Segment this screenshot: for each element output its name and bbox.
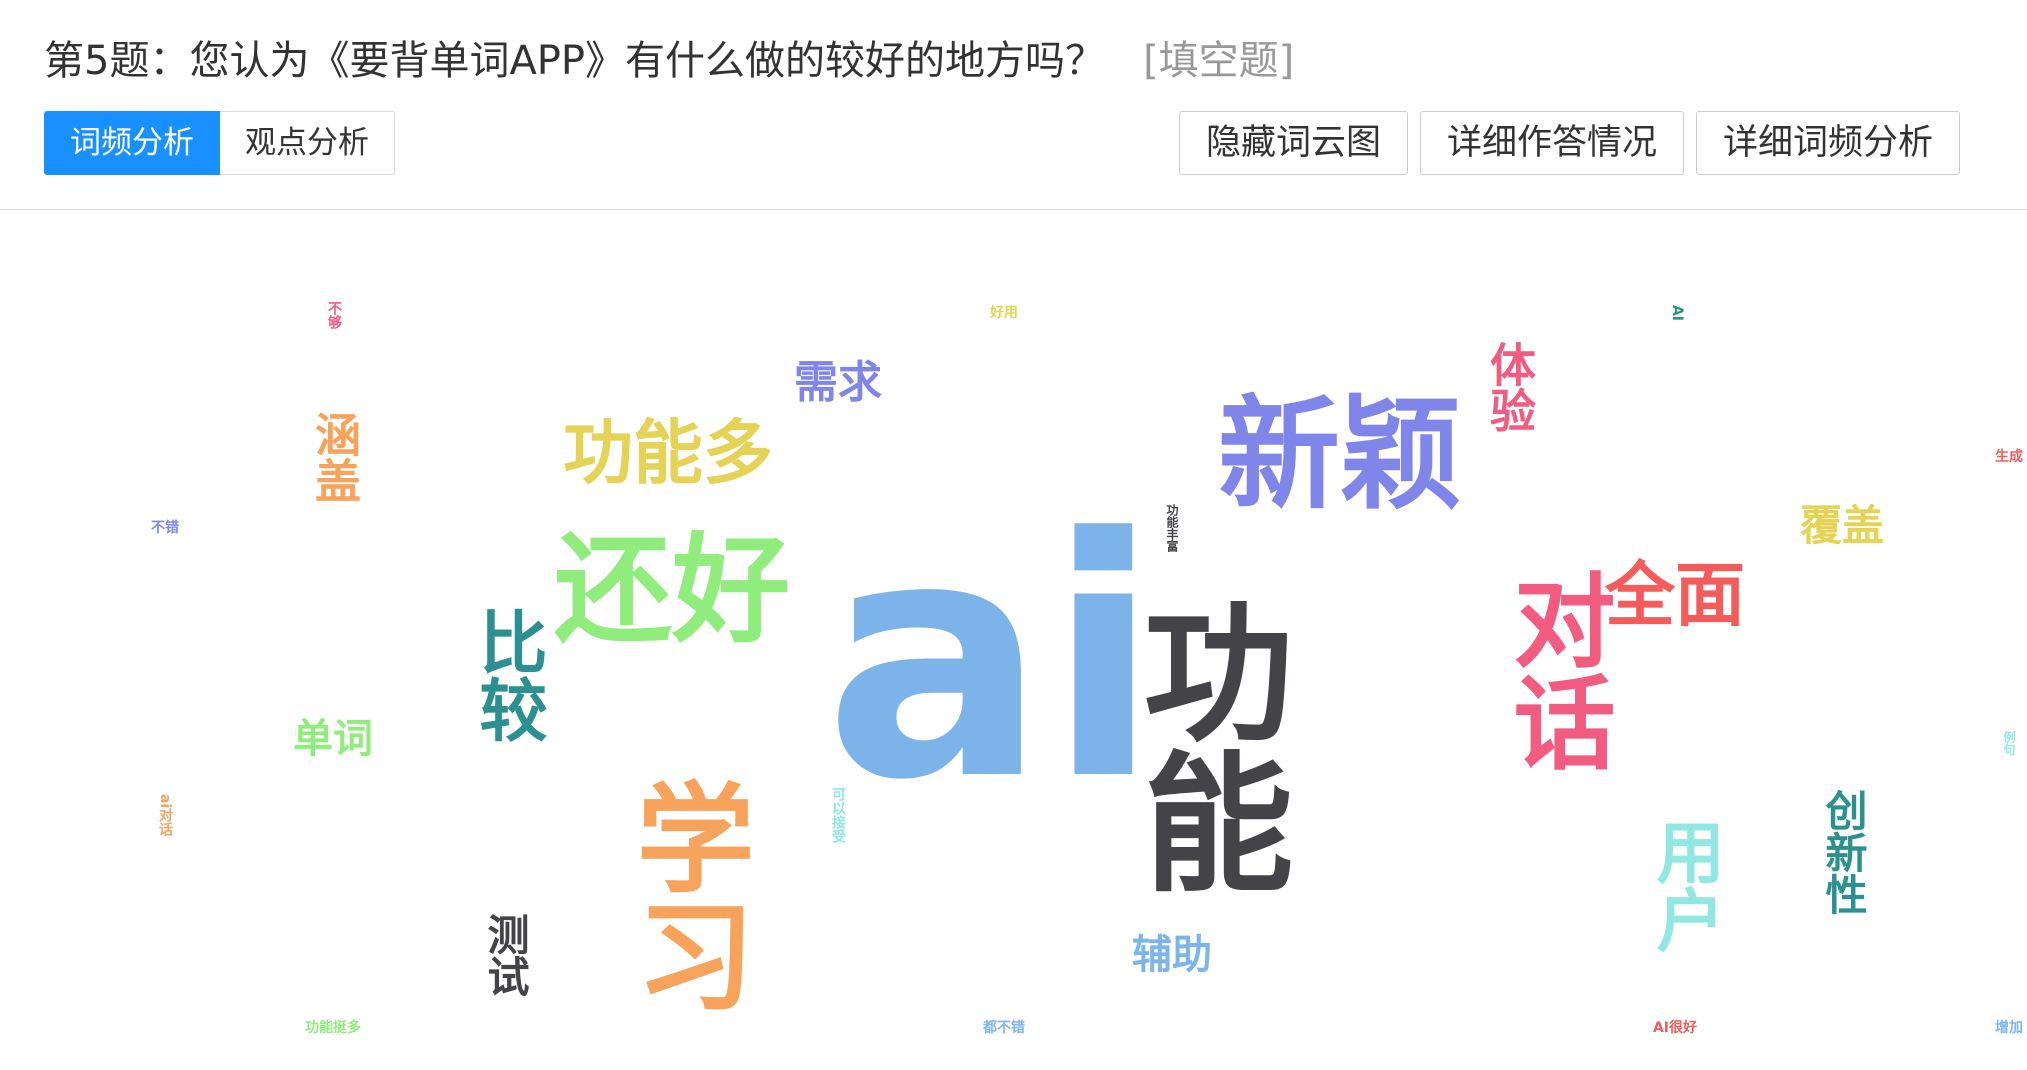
cloud-word: 创新性 xyxy=(1819,789,1868,915)
cloud-word: AI很好 xyxy=(1652,1020,1698,1036)
cloud-word: 比较 xyxy=(467,607,546,743)
cloud-word: 功能挺多 xyxy=(305,1020,361,1036)
cloud-word: 功能多 xyxy=(563,412,773,494)
cloud-word: 功能 xyxy=(1118,595,1292,895)
cloud-word: 辅助 xyxy=(1132,932,1212,978)
cloud-word: AI xyxy=(1669,304,1685,322)
question-text: 第5题：您认为《要背单词APP》有什么做的较好的地方吗？ xyxy=(44,38,1106,84)
cloud-word: 新颖 xyxy=(1218,384,1462,526)
cloud-word: 增加 xyxy=(1995,1020,2023,1036)
cloud-word: 需求 xyxy=(794,357,882,408)
question-title: 第5题：您认为《要背单词APP》有什么做的较好的地方吗？ [填空题] xyxy=(44,28,1294,86)
cloud-word: ai xyxy=(824,468,1160,852)
cloud-word: 还好 xyxy=(553,521,791,659)
cloud-word: 不错 xyxy=(151,520,179,536)
tab-word-frequency[interactable]: 词频分析 xyxy=(44,111,220,175)
cloud-word: 体验 xyxy=(1483,341,1537,433)
cloud-word: 不够 xyxy=(326,301,342,329)
tab-opinion-analysis[interactable]: 观点分析 xyxy=(220,111,395,175)
word-cloud: ai 功能 新颖还好学习 对话 功能多比较 全面用户 体验 需求涵盖覆盖单词创新性测试 辅助 不够… xyxy=(0,210,2027,1070)
cloud-word: 用户 xyxy=(1644,817,1723,953)
analysis-tabs: 词频分析 观点分析 xyxy=(44,111,395,175)
cloud-word: ai对话 xyxy=(157,793,173,837)
detailed-frequency-button[interactable]: 详细词频分析 xyxy=(1695,111,1960,175)
cloud-word: 可以接受 xyxy=(830,787,846,843)
detailed-answers-button[interactable]: 详细作答情况 xyxy=(1419,111,1684,175)
action-bar: 隐藏词云图 详细作答情况 详细词频分析 xyxy=(1178,111,1960,175)
cloud-word: 好用 xyxy=(990,305,1018,321)
cloud-word: 都不错 xyxy=(983,1020,1025,1036)
cloud-word: 功能丰富 xyxy=(1165,504,1179,552)
cloud-word: 学习 xyxy=(616,777,754,1013)
cloud-word: 覆盖 xyxy=(1799,501,1885,550)
cloud-word: 测试 xyxy=(481,913,530,997)
cloud-word: 例句 xyxy=(2002,731,2016,755)
hide-word-cloud-button[interactable]: 隐藏词云图 xyxy=(1178,111,1408,175)
question-type: [填空题] xyxy=(1143,38,1295,84)
cloud-word: 全面 xyxy=(1605,554,1745,636)
cloud-word: 对话 xyxy=(1496,568,1615,772)
cloud-word: 涵盖 xyxy=(308,411,362,503)
cloud-word: 单词 xyxy=(293,716,373,762)
cloud-word: 生成 xyxy=(1995,449,2023,465)
